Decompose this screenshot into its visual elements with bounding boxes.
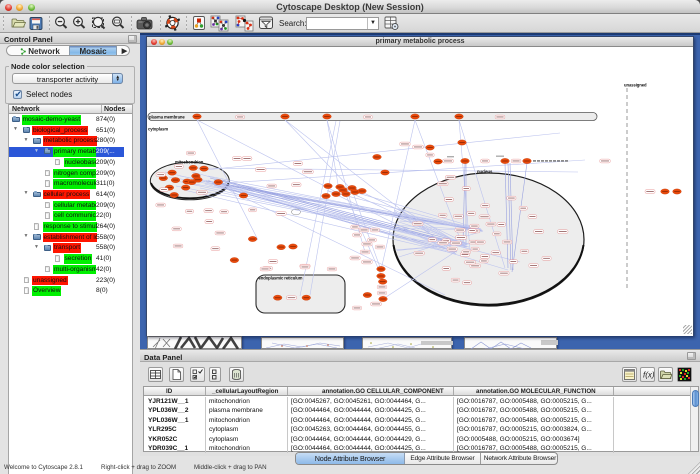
svg-text:cytoplasm: cytoplasm [148,127,168,132]
svg-text:mitochondrion: mitochondrion [175,160,204,165]
svg-text:endoplasmic reticulum: endoplasmic reticulum [259,276,303,281]
svg-text:unassigned: unassigned [624,83,647,88]
svg-text:f(x): f(x) [643,371,654,380]
svg-text:nucleus: nucleus [477,169,493,174]
svg-text:plasma membrane: plasma membrane [149,114,185,119]
